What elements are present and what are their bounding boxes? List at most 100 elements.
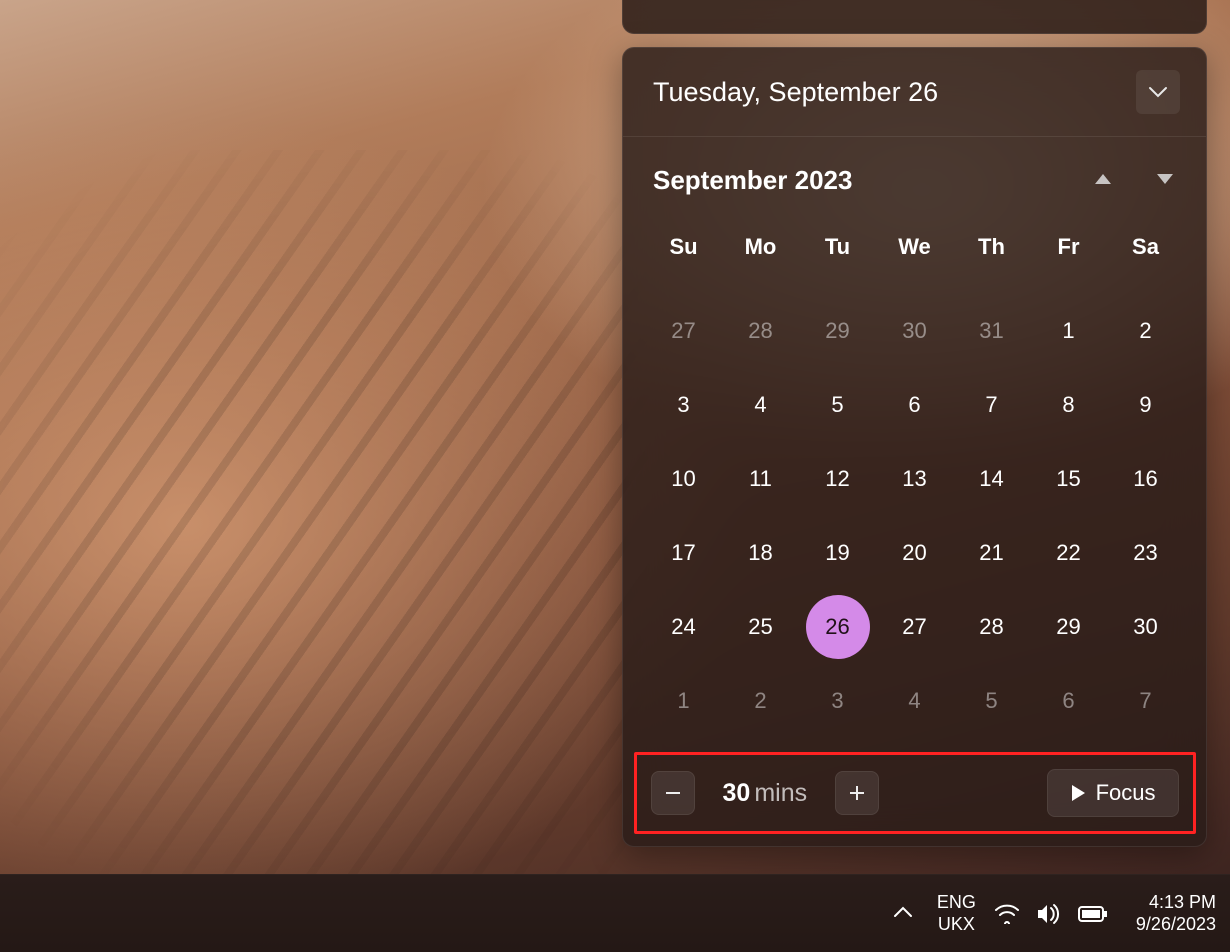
system-tray[interactable]: [994, 903, 1108, 925]
minus-icon: [664, 784, 682, 802]
calendar-day[interactable]: 31: [953, 294, 1030, 368]
focus-session-row: 30mins Focus: [634, 752, 1196, 834]
day-number: 11: [749, 466, 772, 492]
calendar-day[interactable]: 28: [722, 294, 799, 368]
calendar-day[interactable]: 25: [722, 590, 799, 664]
calendar-day[interactable]: 19: [799, 516, 876, 590]
collapse-button[interactable]: [1136, 70, 1180, 114]
flyout-header: Tuesday, September 26: [623, 48, 1206, 136]
calendar-day[interactable]: 30: [1107, 590, 1184, 664]
calendar-day[interactable]: 29: [1030, 590, 1107, 664]
calendar-day[interactable]: 22: [1030, 516, 1107, 590]
calendar-day[interactable]: 30: [876, 294, 953, 368]
focus-button-label: Focus: [1096, 780, 1156, 806]
calendar-day[interactable]: 1: [645, 664, 722, 738]
calendar-day[interactable]: 23: [1107, 516, 1184, 590]
clock-date: 9/26/2023: [1136, 914, 1216, 936]
calendar-day[interactable]: 5: [799, 368, 876, 442]
calendar-day[interactable]: 2: [1107, 294, 1184, 368]
calendar-day[interactable]: 3: [799, 664, 876, 738]
calendar-day[interactable]: 20: [876, 516, 953, 590]
calendar-day-today[interactable]: 26: [799, 590, 876, 664]
day-number: 27: [671, 318, 695, 344]
day-number: 1: [677, 688, 689, 714]
day-number: 30: [902, 318, 926, 344]
triangle-down-icon: [1156, 173, 1174, 185]
clock[interactable]: 4:13 PM 9/26/2023: [1126, 892, 1216, 936]
day-number: 28: [748, 318, 772, 344]
day-number: 26: [825, 614, 849, 640]
calendar-day[interactable]: 14: [953, 442, 1030, 516]
day-number: 14: [979, 466, 1003, 492]
day-number: 22: [1056, 540, 1080, 566]
focus-duration-display: 30mins: [723, 779, 808, 808]
battery-icon: [1078, 905, 1108, 923]
calendar-day[interactable]: 5: [953, 664, 1030, 738]
calendar-day[interactable]: 6: [876, 368, 953, 442]
calendar-day[interactable]: 8: [1030, 368, 1107, 442]
day-number: 6: [1062, 688, 1074, 714]
dow-header: Th: [953, 222, 1030, 286]
clock-time: 4:13 PM: [1136, 892, 1216, 914]
day-number: 21: [979, 540, 1003, 566]
day-number: 7: [1139, 688, 1151, 714]
calendar-day[interactable]: 9: [1107, 368, 1184, 442]
duration-unit: mins: [754, 779, 807, 807]
day-number: 20: [902, 540, 926, 566]
day-number: 1: [1062, 318, 1074, 344]
focus-button[interactable]: Focus: [1047, 769, 1179, 817]
calendar-day[interactable]: 27: [645, 294, 722, 368]
calendar-day[interactable]: 12: [799, 442, 876, 516]
day-number: 12: [825, 466, 849, 492]
prev-month-button[interactable]: [1094, 172, 1112, 190]
focus-duration-controls: 30mins: [651, 771, 880, 815]
lang-line1: ENG: [937, 892, 976, 914]
volume-icon: [1036, 903, 1062, 925]
increase-duration-button[interactable]: [835, 771, 879, 815]
day-number: 27: [902, 614, 926, 640]
day-number: 2: [754, 688, 766, 714]
calendar-day[interactable]: 1: [1030, 294, 1107, 368]
calendar-day[interactable]: 18: [722, 516, 799, 590]
calendar-day[interactable]: 4: [876, 664, 953, 738]
dow-header: Fr: [1030, 222, 1107, 286]
next-month-button[interactable]: [1156, 172, 1174, 190]
day-number: 6: [908, 392, 920, 418]
day-number: 13: [902, 466, 926, 492]
calendar-day[interactable]: 16: [1107, 442, 1184, 516]
calendar-day[interactable]: 21: [953, 516, 1030, 590]
triangle-up-icon: [1094, 173, 1112, 185]
calendar-day[interactable]: 7: [1107, 664, 1184, 738]
month-label[interactable]: September 2023: [653, 165, 852, 196]
calendar-flyout: Tuesday, September 26 September 2023 SuM…: [622, 47, 1207, 847]
day-number: 2: [1139, 318, 1151, 344]
day-of-week-row: SuMoTuWeThFrSa: [623, 222, 1206, 294]
day-number: 15: [1056, 466, 1080, 492]
calendar-day[interactable]: 3: [645, 368, 722, 442]
calendar-day[interactable]: 27: [876, 590, 953, 664]
calendar-day[interactable]: 7: [953, 368, 1030, 442]
calendar-day[interactable]: 29: [799, 294, 876, 368]
notifications-panel-stub: [622, 0, 1207, 34]
dow-header: Sa: [1107, 222, 1184, 286]
calendar-day[interactable]: 24: [645, 590, 722, 664]
decrease-duration-button[interactable]: [651, 771, 695, 815]
calendar-day[interactable]: 17: [645, 516, 722, 590]
tray-overflow-button[interactable]: [887, 899, 919, 929]
dow-header: Mo: [722, 222, 799, 286]
calendar-day[interactable]: 15: [1030, 442, 1107, 516]
day-number: 9: [1139, 392, 1151, 418]
calendar-day[interactable]: 10: [645, 442, 722, 516]
calendar-day[interactable]: 13: [876, 442, 953, 516]
calendar-day[interactable]: 6: [1030, 664, 1107, 738]
chevron-down-icon: [1148, 86, 1168, 98]
day-number: 3: [831, 688, 843, 714]
calendar-day[interactable]: 2: [722, 664, 799, 738]
calendar-day[interactable]: 28: [953, 590, 1030, 664]
calendar-day[interactable]: 4: [722, 368, 799, 442]
day-number: 3: [677, 392, 689, 418]
day-number: 17: [671, 540, 695, 566]
calendar-day[interactable]: 11: [722, 442, 799, 516]
language-indicator[interactable]: ENG UKX: [937, 892, 976, 936]
day-number: 19: [825, 540, 849, 566]
